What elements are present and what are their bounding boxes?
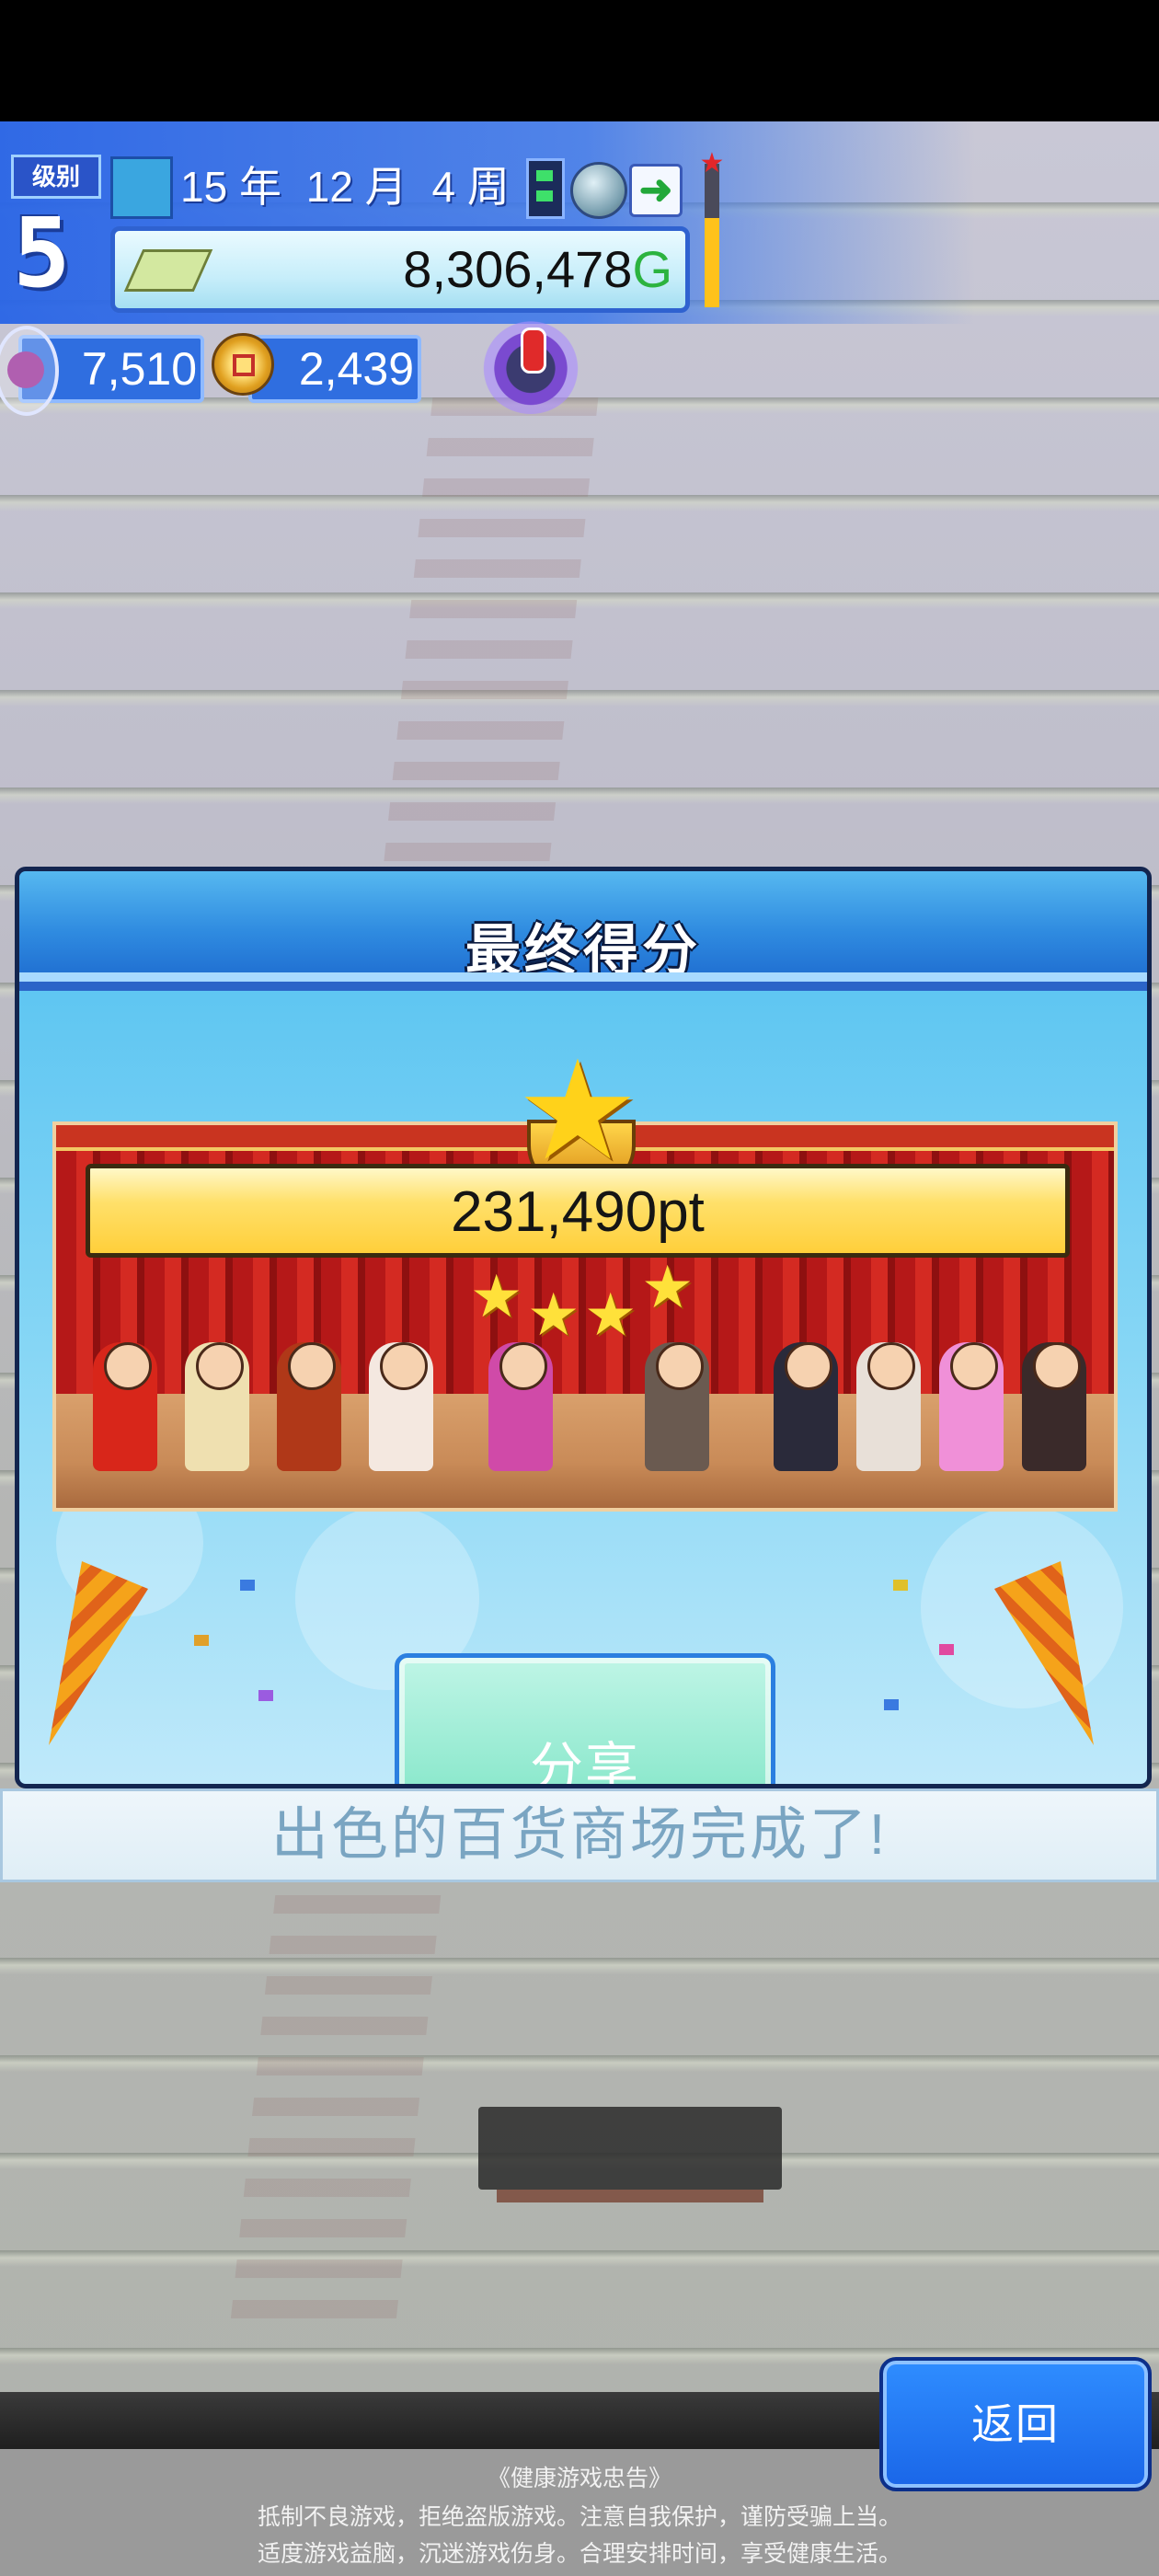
money-value: 8,306,478 <box>403 240 633 298</box>
dialog-title: 最终得分 <box>465 920 701 982</box>
final-score-dialog: 最终得分 分享 ★ 231,490pt ★ ★ ★ ★ <box>15 867 1152 1788</box>
performer <box>185 1342 249 1471</box>
performer <box>856 1342 921 1471</box>
game-date: 15 年 12 月 4 周 <box>180 155 522 219</box>
level-value: 5 <box>13 197 71 309</box>
performer <box>93 1342 157 1471</box>
money-amount: 8,306,478G <box>403 231 672 308</box>
rating-star-icon: ★ <box>641 1254 694 1320</box>
calendar-icon[interactable] <box>110 156 173 219</box>
coins: 2,439 <box>248 335 421 403</box>
coin-icon <box>212 333 274 396</box>
confetti <box>258 1690 273 1701</box>
performer <box>774 1342 838 1471</box>
performer <box>645 1342 709 1471</box>
speed-icon[interactable] <box>526 158 565 219</box>
date-week: 4 周 <box>431 163 510 211</box>
final-score: 231,490pt <box>451 1180 705 1244</box>
trophy-star-icon: ★ <box>515 1033 640 1188</box>
performer <box>277 1342 341 1471</box>
confetti <box>893 1580 908 1591</box>
progress-gauge <box>705 164 719 307</box>
share-button[interactable]: 分享 <box>395 1653 775 1788</box>
rating-stars: ★ ★ ★ ★ <box>470 1254 709 1344</box>
performer <box>369 1342 433 1471</box>
confetti <box>939 1644 954 1655</box>
date-year: 15 年 <box>180 163 281 211</box>
performer <box>1022 1342 1086 1471</box>
confetti <box>884 1699 899 1710</box>
rating-star-icon: ★ <box>470 1263 523 1329</box>
money-unit: G <box>632 240 672 298</box>
share-button-label: 分享 <box>529 1738 640 1788</box>
cash-icon <box>123 249 213 292</box>
building-room <box>478 2107 782 2202</box>
rating-star-icon: ★ <box>527 1282 580 1348</box>
party-popper-left-icon <box>49 1561 148 1745</box>
date-month: 12 月 <box>305 163 407 211</box>
completion-message: 出色的百货商场完成了! <box>270 1803 889 1867</box>
level-label: 级别 <box>11 155 101 199</box>
back-button-label: 返回 <box>971 2400 1060 2448</box>
money-display: 8,306,478G <box>110 226 690 313</box>
notice-line-2: 适度游戏益脑，沉迷游戏伤身。合理安排时间，享受健康生活。 <box>257 2540 901 2567</box>
performer <box>488 1342 553 1471</box>
status-bar <box>0 0 1159 121</box>
next-arrow-icon[interactable]: ➜ <box>629 164 683 217</box>
star-gauge-icon: ★ <box>699 148 725 178</box>
notice-line-1: 抵制不良游戏，拒绝盗版游戏。注意自我保护，谨防受骗上当。 <box>257 2503 901 2530</box>
globe-icon[interactable] <box>570 162 627 219</box>
score-bar: 231,490pt <box>86 1164 1070 1258</box>
performer <box>939 1342 1004 1471</box>
completion-banner: 出色的百货商场完成了! <box>0 1788 1159 1882</box>
back-button[interactable]: 返回 <box>879 2357 1152 2491</box>
dialog-header: 最终得分 <box>19 871 1147 982</box>
confetti <box>194 1635 209 1646</box>
confetti <box>240 1580 255 1591</box>
alarm-icon[interactable] <box>480 313 581 414</box>
rating-star-icon: ★ <box>584 1282 637 1348</box>
gauge-fill <box>705 218 719 307</box>
